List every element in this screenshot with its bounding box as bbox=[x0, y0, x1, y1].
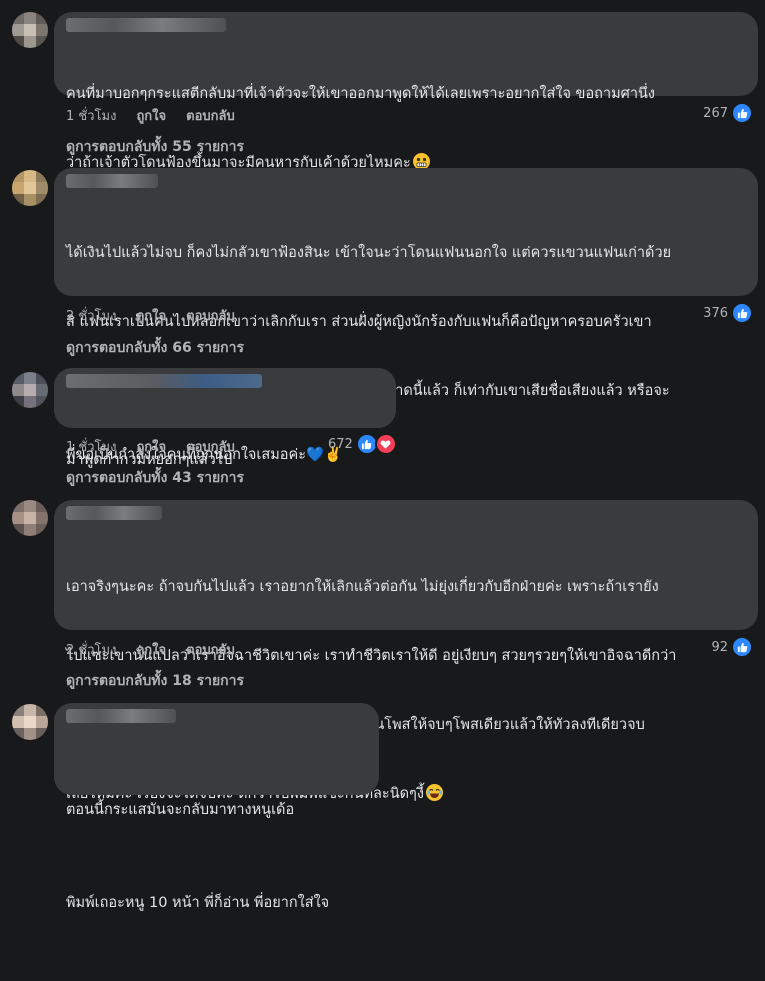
reaction-count: 92 bbox=[711, 639, 728, 655]
view-replies-link[interactable]: ดูการตอบกลับทั้ง 18 รายการ bbox=[66, 670, 244, 692]
reply-link[interactable]: ตอบกลับ bbox=[186, 109, 235, 124]
commenter-name-blurred[interactable] bbox=[66, 174, 158, 188]
reaction-summary[interactable]: 92 bbox=[711, 636, 753, 658]
comment-bubble: ได้เงินไปแล้วไม่จบ ก็คงไม่กลัวเขาฟ้องสิน… bbox=[54, 168, 758, 468]
reaction-count: 267 bbox=[703, 105, 728, 121]
reaction-count: 376 bbox=[703, 305, 728, 321]
comment-actions: 2 ชั่วโมง ถูกใจ ตอบกลับ bbox=[66, 305, 255, 326]
reaction-summary[interactable]: 672 bbox=[328, 433, 397, 455]
like-link[interactable]: ถูกใจ bbox=[136, 440, 166, 455]
thumbs-up-icon bbox=[731, 302, 753, 324]
comment-line: พิมพ์เถอะหนู 10 หน้า พี่ก็อ่าน พี่อยากใส… bbox=[66, 895, 330, 911]
thumbs-up-icon bbox=[731, 102, 753, 124]
comment-actions: 1 ชั่วโมง ถูกใจ ตอบกลับ bbox=[66, 436, 255, 457]
laugh-emoji-icon bbox=[425, 784, 443, 801]
comment-bubble: ตอนนี้กระแสมันจะกลับมาทางหนูเด้อ พิมพ์เถ… bbox=[54, 703, 379, 911]
reaction-summary[interactable]: 376 bbox=[703, 302, 753, 324]
commenter-name-blurred[interactable] bbox=[66, 18, 226, 32]
reply-link[interactable]: ตอบกลับ bbox=[186, 309, 235, 324]
heart-icon bbox=[374, 433, 397, 455]
comment-actions: 1 ชั่วโมง ถูกใจ ตอบกลับ bbox=[66, 105, 255, 126]
comment-bubble: พี่ขอเป็นกำลังใจคนที่ถูกนอกใจเสมอค่ะ💙✌️ bbox=[54, 368, 396, 463]
view-replies-link[interactable]: ดูการตอบกลับทั้ง 66 รายการ bbox=[66, 337, 244, 359]
comment-time[interactable]: 1 ชั่วโมง bbox=[66, 109, 116, 124]
reply-link[interactable]: ตอบกลับ bbox=[186, 440, 235, 455]
comment-time[interactable]: 1 ชั่วโมง bbox=[66, 440, 116, 455]
like-link[interactable]: ถูกใจ bbox=[136, 643, 166, 658]
comment-line: ได้เงินไปแล้วไม่จบ ก็คงไม่กลัวเขาฟ้องสิน… bbox=[66, 245, 672, 261]
comment-actions: 2 ชั่วโมง ถูกใจ ตอบกลับ bbox=[66, 639, 255, 660]
like-link[interactable]: ถูกใจ bbox=[136, 309, 166, 324]
view-replies-link[interactable]: ดูการตอบกลับทั้ง 55 รายการ bbox=[66, 136, 244, 158]
reply-link[interactable]: ตอบกลับ bbox=[186, 643, 235, 658]
comment-line: เอาจริงๆนะคะ ถ้าจบกันไปแล้ว เราอยากให้เล… bbox=[66, 579, 659, 595]
view-replies-link[interactable]: ดูการตอบกลับทั้ง 43 รายการ bbox=[66, 467, 244, 489]
comment-time[interactable]: 2 ชั่วโมง bbox=[66, 643, 116, 658]
comment-time[interactable]: 2 ชั่วโมง bbox=[66, 309, 116, 324]
commenter-name-blurred[interactable] bbox=[66, 709, 176, 723]
avatar[interactable] bbox=[12, 500, 48, 536]
avatar[interactable] bbox=[12, 704, 48, 740]
reaction-count: 672 bbox=[328, 436, 353, 452]
commenter-name-blurred[interactable] bbox=[66, 506, 162, 520]
comment-bubble: เอาจริงๆนะคะ ถ้าจบกันไปแล้ว เราอยากให้เล… bbox=[54, 500, 758, 802]
thumbs-up-icon bbox=[731, 636, 753, 658]
commenter-name-blurred[interactable] bbox=[66, 374, 262, 388]
comment-line: คนที่มาบอกๆกระแสตีกลับมาที่เจ้าตัวจะให้เ… bbox=[66, 86, 655, 102]
reaction-summary[interactable]: 267 bbox=[703, 102, 753, 124]
comment-text: ตอนนี้กระแสมันจะกลับมาทางหนูเด้อ พิมพ์เถ… bbox=[66, 733, 369, 981]
comment-bubble: คนที่มาบอกๆกระแสตีกลับมาที่เจ้าตัวจะให้เ… bbox=[54, 12, 758, 171]
avatar[interactable] bbox=[12, 12, 48, 48]
avatar[interactable] bbox=[12, 372, 48, 408]
avatar[interactable] bbox=[12, 170, 48, 206]
like-link[interactable]: ถูกใจ bbox=[136, 109, 166, 124]
